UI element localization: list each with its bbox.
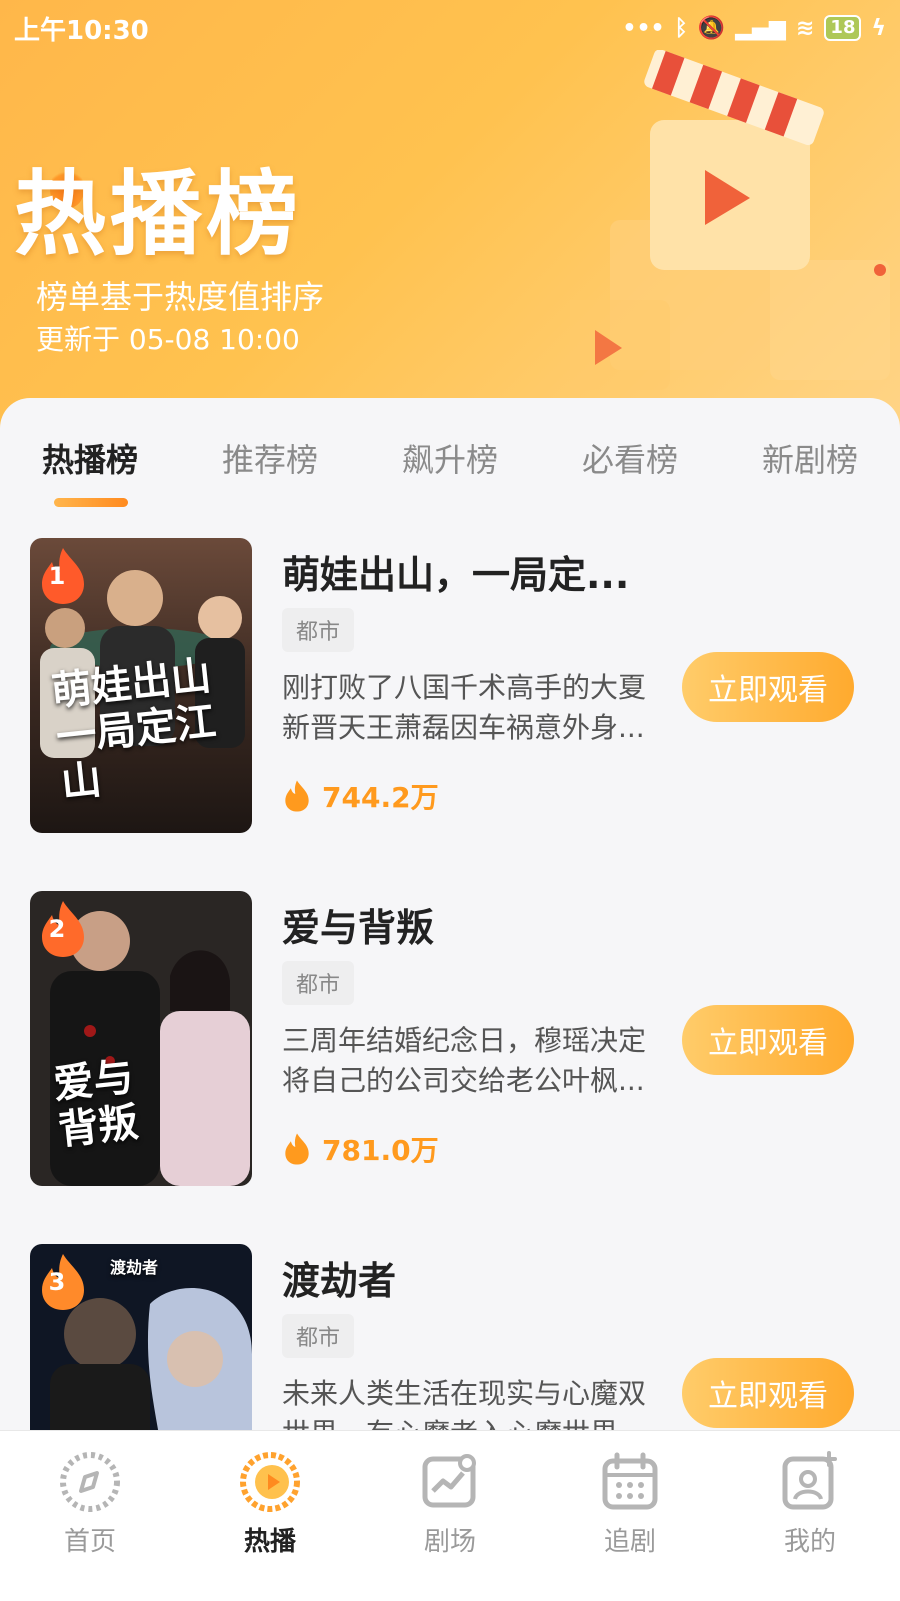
drama-title[interactable]: 萌娃出山，一局定... (282, 544, 629, 599)
nav-home[interactable]: 首页 (10, 1431, 170, 1601)
tab-new[interactable]: 新剧榜 (762, 435, 858, 481)
bluetooth-icon: ᛒ (674, 15, 688, 41)
tab-recommended[interactable]: 推荐榜 (222, 435, 318, 481)
tab-hot[interactable]: 热播榜 (42, 435, 138, 481)
genre-tag: 都市 (282, 1314, 355, 1358)
play-circle-icon (240, 1452, 300, 1512)
poster-caption: 萌娃出山 一局定江山 (49, 651, 219, 807)
rank-number: 1 (48, 562, 66, 590)
nav-label: 剧场 (423, 1527, 476, 1557)
nav-profile[interactable]: 我的 (730, 1431, 890, 1601)
status-time: 上午10:30 (14, 15, 149, 46)
rank-number: 3 (48, 1268, 66, 1296)
compass-icon (60, 1452, 120, 1512)
status-bar: 上午10:30 ••• ᛒ 🔕 ▂▄▆ ≋ 18 ϟ (14, 10, 886, 46)
ranking-tabs: 热播榜 推荐榜 飙升榜 必看榜 新剧榜 (0, 428, 900, 488)
drama-title[interactable]: 爱与背叛 (282, 897, 434, 952)
more-dots-icon: ••• (622, 15, 665, 41)
nav-label: 追剧 (603, 1527, 656, 1557)
clapperboard-illustration (570, 50, 890, 390)
poster-caption: 渡劫者 (110, 1258, 159, 1277)
flame-icon (285, 1133, 309, 1165)
list-item[interactable]: 萌娃出山 一局定江山 1 萌娃出山，一局定... 都市 刚打败了八国千术高手的大夏… (0, 538, 900, 838)
poster-caption: 爱与 背叛 (51, 1053, 141, 1154)
page-title: 热播榜 (14, 161, 303, 268)
nav-theater[interactable]: 剧场 (370, 1431, 530, 1601)
drama-description: 未来人类生活在现实与心魔双 世界，有心魔者入心魔世界... (282, 1377, 647, 1438)
drama-poster[interactable]: 渡劫者 3 (30, 1244, 252, 1438)
mute-icon: 🔕 (697, 15, 726, 41)
list-item[interactable]: 爱与 背叛 2 爱与背叛 都市 三周年结婚纪念日，穆瑶决定 将自己的公司交给老公叶… (0, 891, 900, 1191)
genre-tag: 都市 (282, 961, 355, 1005)
tab-active-indicator (54, 498, 128, 507)
watch-now-button[interactable]: 立即观看 (682, 1358, 854, 1428)
tab-must-watch[interactable]: 必看榜 (582, 435, 678, 481)
drama-description: 刚打败了八国千术高手的大夏 新晋天王萧磊因车祸意外身... (282, 671, 647, 744)
heat-value: 781.0万 (282, 1129, 439, 1169)
nav-label: 我的 (783, 1527, 836, 1557)
tab-rising[interactable]: 飙升榜 (402, 435, 498, 481)
flame-icon (285, 780, 309, 812)
nav-label: 热播 (243, 1527, 296, 1557)
ranking-panel: 热播榜 推荐榜 飙升榜 必看榜 新剧榜 萌娃出山 一局定江山 1 萌娃出山，一局… (0, 398, 900, 1438)
nav-hot[interactable]: 热播 (190, 1431, 350, 1601)
drama-poster[interactable]: 萌娃出山 一局定江山 1 (30, 538, 252, 833)
drama-title[interactable]: 渡劫者 (282, 1250, 396, 1305)
bottom-nav: 首页 热播 剧场 追剧 我的 (0, 1430, 900, 1601)
header-banner: 上午10:30 ••• ᛒ 🔕 ▂▄▆ ≋ 18 ϟ 热播榜 榜单基于热度值排序… (0, 0, 900, 430)
heat-value: 744.2万 (282, 776, 439, 816)
nav-label: 首页 (63, 1527, 116, 1557)
drama-poster[interactable]: 爱与 背叛 2 (30, 891, 252, 1186)
calendar-icon (602, 1452, 658, 1510)
ranking-subtitle: 榜单基于热度值排序 (36, 278, 325, 316)
watch-now-button[interactable]: 立即观看 (682, 1005, 854, 1075)
status-icons: ••• ᛒ 🔕 ▂▄▆ ≋ 18 ϟ (622, 15, 886, 41)
profile-icon (782, 1451, 837, 1510)
nav-follow[interactable]: 追剧 (550, 1431, 710, 1601)
update-time: 更新于 05-08 10:00 (36, 323, 300, 356)
genre-tag: 都市 (282, 608, 355, 652)
battery-icon: 18 (824, 15, 862, 41)
watch-now-button[interactable]: 立即观看 (682, 652, 854, 722)
wifi-icon: ≋ (795, 15, 815, 41)
rank-number: 2 (48, 915, 66, 943)
drama-description: 三周年结婚纪念日，穆瑶决定 将自己的公司交给老公叶枫... (282, 1024, 647, 1097)
charging-icon: ϟ (871, 15, 886, 41)
list-item[interactable]: 渡劫者 3 渡劫者 都市 未来人类生活在现实与心魔双 世界，有心魔者入心魔世界.… (0, 1244, 900, 1438)
chart-icon (422, 1454, 476, 1508)
signal-icon: ▂▄▆ (735, 15, 786, 41)
